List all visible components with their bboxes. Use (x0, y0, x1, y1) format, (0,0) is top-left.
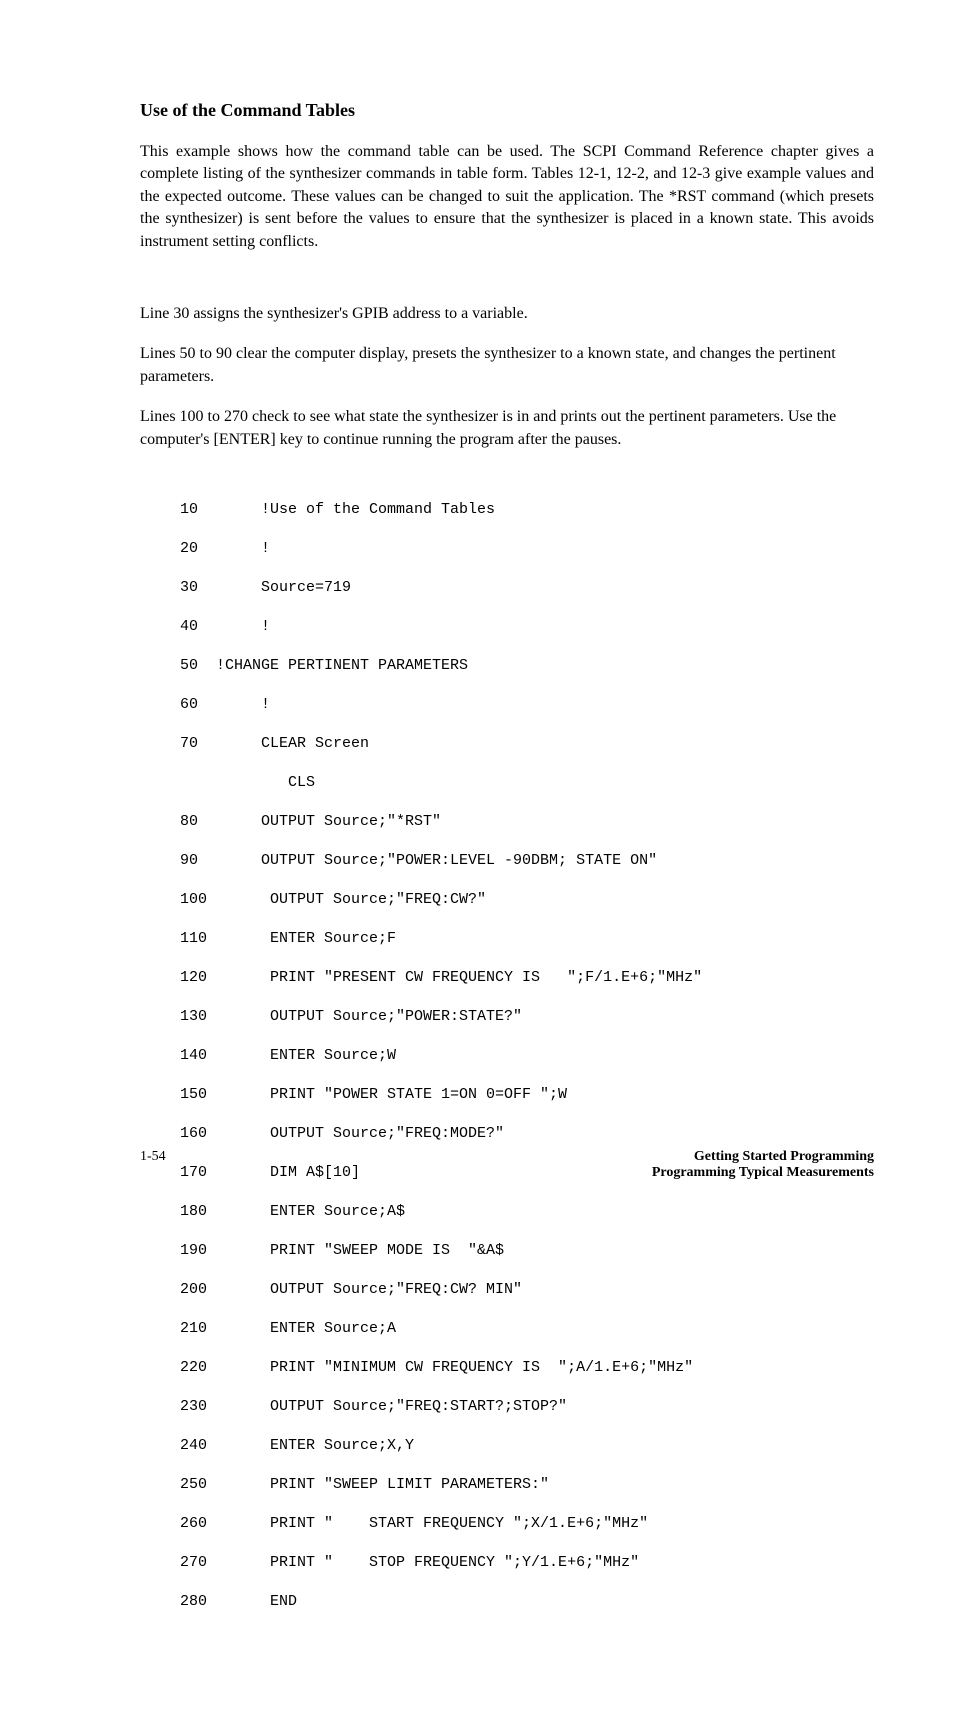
code-line: 250 PRINT "SWEEP LIMIT PARAMETERS:" (180, 1475, 874, 1495)
code-line: 260 PRINT " START FREQUENCY ";X/1.E+6;"M… (180, 1514, 874, 1534)
code-line: 20 ! (180, 539, 874, 559)
intro-paragraph: This example shows how the command table… (140, 141, 874, 253)
note-2: Lines 50 to 90 clear the computer displa… (140, 343, 874, 388)
chapter-label: Getting Started Programming (652, 1149, 874, 1165)
note-3: Lines 100 to 270 check to see what state… (140, 406, 874, 451)
code-line: 220 PRINT "MINIMUM CW FREQUENCY IS ";A/1… (180, 1358, 874, 1378)
code-line: 210 ENTER Source;A (180, 1319, 874, 1339)
code-line: 190 PRINT "SWEEP MODE IS "&A$ (180, 1241, 874, 1261)
page-number: 1-54 (140, 1149, 166, 1181)
code-line: 100 OUTPUT Source;"FREQ:CW?" (180, 890, 874, 910)
code-listing: 10 !Use of the Command Tables 20 ! 30 So… (180, 481, 874, 1651)
code-line: CLS (180, 773, 874, 793)
code-line: 130 OUTPUT Source;"POWER:STATE?" (180, 1007, 874, 1027)
code-line: 240 ENTER Source;X,Y (180, 1436, 874, 1456)
code-line: 140 ENTER Source;W (180, 1046, 874, 1066)
code-line: 80 OUTPUT Source;"*RST" (180, 812, 874, 832)
code-line: 280 END (180, 1592, 874, 1612)
code-line: 150 PRINT "POWER STATE 1=ON 0=OFF ";W (180, 1085, 874, 1105)
code-line: 10 !Use of the Command Tables (180, 500, 874, 520)
code-line: 40 ! (180, 617, 874, 637)
page-footer: 1-54 Getting Started Programming Program… (140, 1149, 874, 1181)
code-line: 200 OUTPUT Source;"FREQ:CW? MIN" (180, 1280, 874, 1300)
note-1: Line 30 assigns the synthesizer's GPIB a… (140, 303, 874, 325)
code-line: 270 PRINT " STOP FREQUENCY ";Y/1.E+6;"MH… (180, 1553, 874, 1573)
code-line: 70 CLEAR Screen (180, 734, 874, 754)
section-title: Use of the Command Tables (140, 100, 874, 121)
code-line: 160 OUTPUT Source;"FREQ:MODE?" (180, 1124, 874, 1144)
code-line: 110 ENTER Source;F (180, 929, 874, 949)
code-line: 120 PRINT "PRESENT CW FREQUENCY IS ";F/1… (180, 968, 874, 988)
code-line: 180 ENTER Source;A$ (180, 1202, 874, 1222)
code-line: 50 !CHANGE PERTINENT PARAMETERS (180, 656, 874, 676)
code-line: 90 OUTPUT Source;"POWER:LEVEL -90DBM; ST… (180, 851, 874, 871)
code-line: 230 OUTPUT Source;"FREQ:START?;STOP?" (180, 1397, 874, 1417)
page-title: Programming Typical Measurements (652, 1165, 874, 1181)
code-line: 30 Source=719 (180, 578, 874, 598)
code-line: 60 ! (180, 695, 874, 715)
